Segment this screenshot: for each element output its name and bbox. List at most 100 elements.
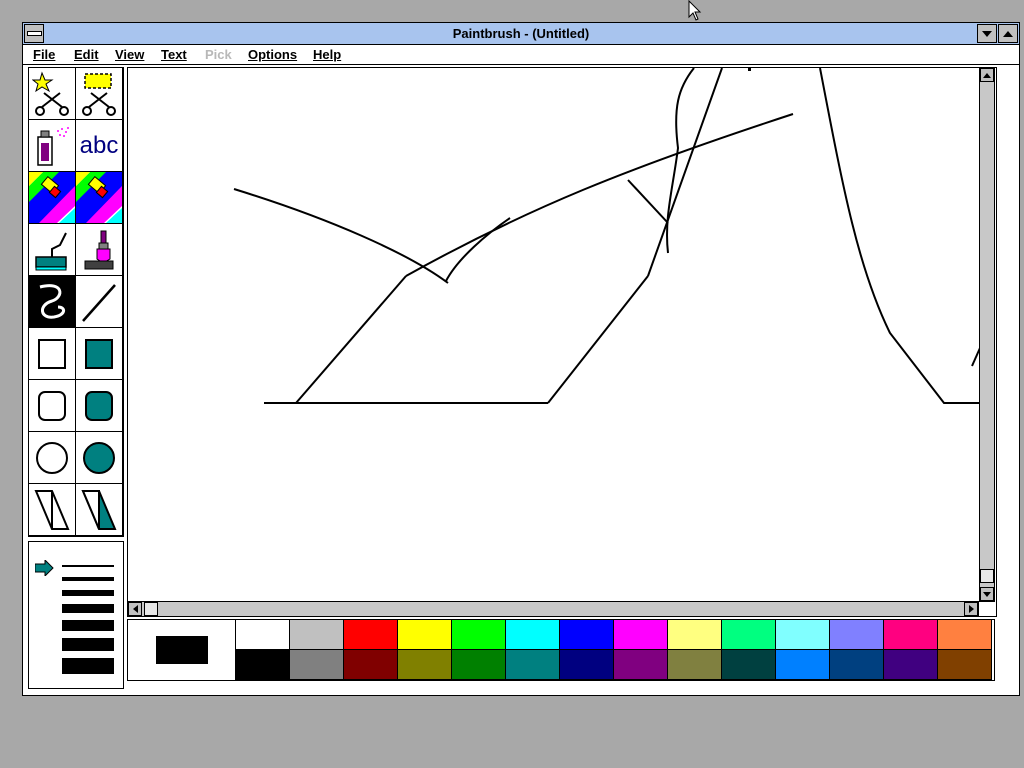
color-swatch[interactable] bbox=[668, 650, 722, 680]
color-swatch[interactable] bbox=[398, 650, 452, 680]
line-size-box bbox=[28, 541, 124, 689]
color-swatch[interactable] bbox=[884, 620, 938, 650]
brush-icon bbox=[84, 230, 114, 269]
stroke-curve-1 bbox=[233, 188, 449, 284]
title-bar[interactable]: Paintbrush - (Untitled) bbox=[23, 23, 1019, 45]
line-width-4[interactable] bbox=[62, 604, 114, 613]
menu-view[interactable]: View bbox=[115, 47, 144, 62]
color-palette bbox=[127, 619, 995, 681]
filled-box-tool[interactable] bbox=[76, 328, 123, 380]
rounded-box-icon bbox=[38, 390, 66, 421]
window-title: Paintbrush - (Untitled) bbox=[452, 26, 590, 41]
canvas-drawing bbox=[233, 68, 981, 404]
color-swatch[interactable] bbox=[452, 620, 506, 650]
line-width-5[interactable] bbox=[62, 620, 114, 631]
color-swatch[interactable] bbox=[290, 620, 344, 650]
color-swatch[interactable] bbox=[344, 650, 398, 680]
airbrush-tool[interactable] bbox=[29, 120, 76, 172]
color-eraser-tool[interactable] bbox=[29, 172, 76, 224]
curve-tool[interactable] bbox=[29, 276, 76, 328]
color-swatch[interactable] bbox=[506, 650, 560, 680]
text-tool[interactable]: abc bbox=[76, 120, 123, 172]
scroll-right-arrow[interactable] bbox=[964, 602, 978, 616]
color-swatch[interactable] bbox=[452, 650, 506, 680]
arrow-down-icon bbox=[983, 591, 991, 597]
rounded-box-tool[interactable] bbox=[29, 380, 76, 432]
line-tool[interactable] bbox=[76, 276, 123, 328]
vertical-scrollbar[interactable] bbox=[979, 67, 995, 602]
stroke-line-1 bbox=[295, 275, 407, 404]
toolbox: abc bbox=[28, 67, 124, 537]
scroll-down-arrow[interactable] bbox=[980, 587, 994, 601]
paint-roller-icon bbox=[35, 232, 67, 270]
scroll-up-arrow[interactable] bbox=[980, 68, 994, 82]
color-swatch[interactable] bbox=[830, 620, 884, 650]
box-tool[interactable] bbox=[29, 328, 76, 380]
current-color-indicator[interactable] bbox=[128, 620, 236, 680]
scroll-left-arrow[interactable] bbox=[128, 602, 142, 616]
line-width-2[interactable] bbox=[62, 577, 114, 581]
color-swatch[interactable] bbox=[776, 620, 830, 650]
stroke-line-5 bbox=[627, 179, 669, 224]
minimize-button[interactable] bbox=[977, 24, 997, 43]
vertical-scroll-thumb[interactable] bbox=[980, 569, 994, 583]
color-swatch[interactable] bbox=[560, 650, 614, 680]
color-swatch[interactable] bbox=[398, 620, 452, 650]
filled-box-icon bbox=[85, 338, 113, 369]
menu-text[interactable]: Text bbox=[161, 47, 187, 62]
arrow-right-icon bbox=[968, 605, 974, 613]
horizontal-scrollbar[interactable] bbox=[127, 601, 979, 617]
color-swatch[interactable] bbox=[236, 620, 290, 650]
line-width-6[interactable] bbox=[62, 638, 114, 651]
line-width-7[interactable] bbox=[62, 658, 114, 674]
brush-tool[interactable] bbox=[76, 224, 123, 276]
scissors-tool[interactable] bbox=[29, 68, 76, 120]
pick-tool[interactable] bbox=[76, 68, 123, 120]
arrow-left-icon bbox=[132, 605, 138, 613]
color-swatch[interactable] bbox=[938, 620, 992, 650]
maximize-button[interactable] bbox=[998, 24, 1018, 43]
mouse-pointer-icon bbox=[688, 0, 702, 21]
color-swatch[interactable] bbox=[614, 650, 668, 680]
foreground-color-swatch bbox=[156, 636, 208, 664]
menu-help[interactable]: Help bbox=[313, 47, 341, 62]
color-swatch[interactable] bbox=[560, 620, 614, 650]
pick-scissors-icon bbox=[82, 72, 116, 116]
menu-file[interactable]: File bbox=[33, 47, 55, 62]
color-swatch[interactable] bbox=[722, 620, 776, 650]
color-swatch[interactable] bbox=[830, 650, 884, 680]
maximize-icon bbox=[1003, 30, 1013, 37]
line-icon bbox=[82, 283, 116, 322]
line-width-3[interactable] bbox=[62, 590, 114, 596]
color-swatch[interactable] bbox=[236, 650, 290, 680]
color-swatch[interactable] bbox=[344, 620, 398, 650]
line-width-1[interactable] bbox=[62, 565, 114, 567]
filled-circle-icon bbox=[83, 441, 115, 474]
circle-icon bbox=[36, 441, 68, 474]
color-swatch[interactable] bbox=[506, 620, 560, 650]
filled-rounded-box-tool[interactable] bbox=[76, 380, 123, 432]
circle-tool[interactable] bbox=[29, 432, 76, 484]
color-swatch[interactable] bbox=[722, 650, 776, 680]
menu-pick[interactable]: Pick bbox=[205, 47, 232, 62]
horizontal-scroll-thumb[interactable] bbox=[144, 602, 158, 616]
color-swatch[interactable] bbox=[614, 620, 668, 650]
menu-edit[interactable]: Edit bbox=[74, 47, 99, 62]
filled-polygon-tool[interactable] bbox=[76, 484, 123, 536]
color-swatch[interactable] bbox=[884, 650, 938, 680]
color-swatch[interactable] bbox=[290, 650, 344, 680]
color-swatch[interactable] bbox=[938, 650, 992, 680]
paint-roller-tool[interactable] bbox=[29, 224, 76, 276]
drawing-canvas[interactable] bbox=[127, 67, 997, 617]
color-swatch[interactable] bbox=[668, 620, 722, 650]
menu-bar: File Edit View Text Pick Options Help bbox=[23, 45, 1019, 65]
minimize-icon bbox=[982, 30, 992, 37]
curve-icon bbox=[39, 283, 65, 319]
filled-circle-tool[interactable] bbox=[76, 432, 123, 484]
eraser-icon bbox=[76, 172, 122, 223]
menu-options[interactable]: Options bbox=[248, 47, 297, 62]
paintbrush-window: Paintbrush - (Untitled) File Edit View T… bbox=[22, 22, 1020, 696]
polygon-tool[interactable] bbox=[29, 484, 76, 536]
eraser-tool[interactable] bbox=[76, 172, 123, 224]
color-swatch[interactable] bbox=[776, 650, 830, 680]
